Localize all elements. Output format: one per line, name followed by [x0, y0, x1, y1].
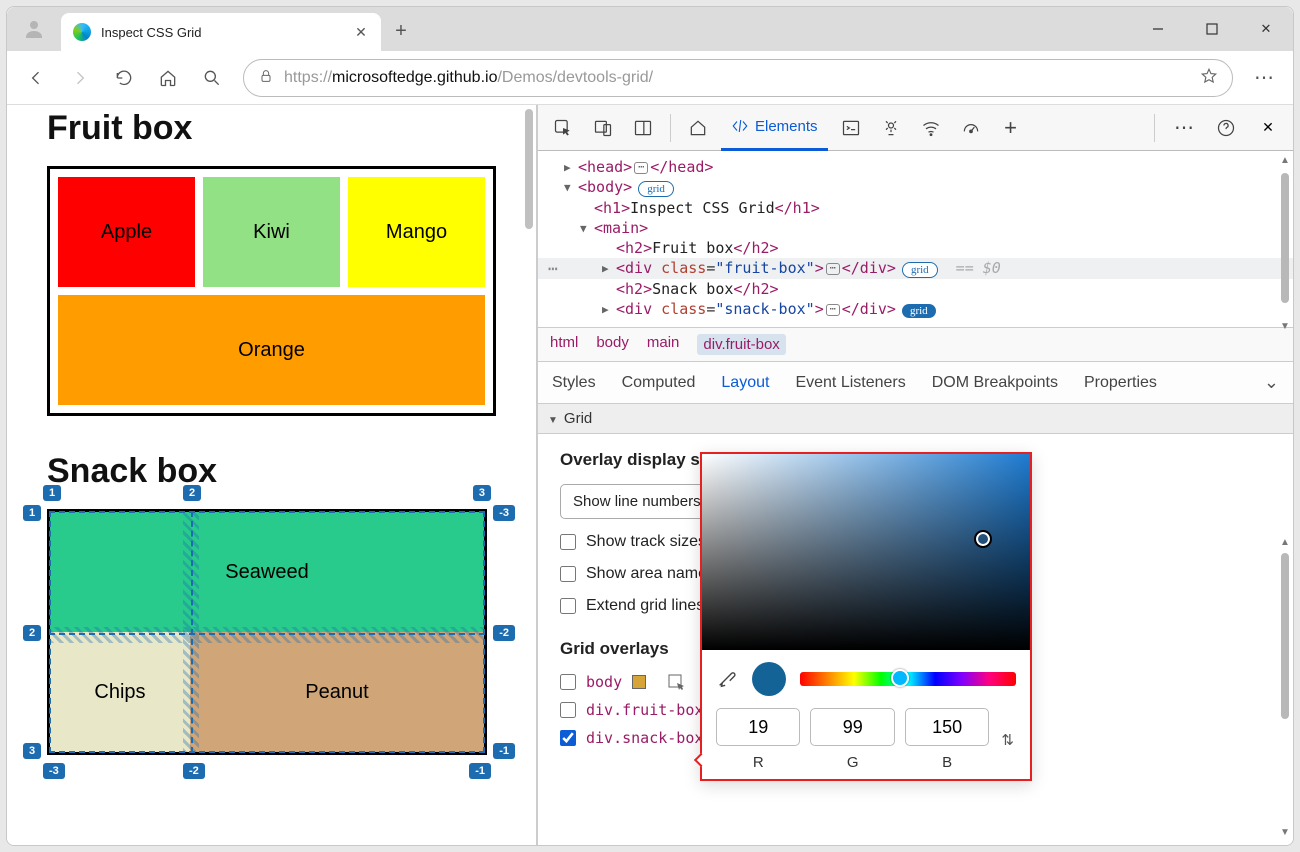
dock-side-icon[interactable] [626, 111, 660, 145]
grid-label: 2 [23, 625, 41, 641]
lock-icon[interactable] [258, 68, 274, 87]
close-window-button[interactable]: ✕ [1239, 7, 1293, 51]
hue-slider[interactable] [800, 672, 1016, 686]
devtools-tabbar: Elements + ⋯ ✕ [538, 105, 1293, 151]
tab-layout[interactable]: Layout [721, 374, 769, 392]
grid-label: 3 [23, 743, 41, 759]
hue-handle[interactable] [891, 669, 909, 687]
url-text: https://microsoftedge.github.io/Demos/de… [284, 69, 1190, 87]
dom-selected-node[interactable]: ▶<div class="fruit-box">⋯</div>grid== $0 [538, 258, 1293, 279]
cell-apple: Apple [58, 177, 195, 287]
sources-icon[interactable] [874, 111, 908, 145]
color-picker-popover[interactable]: R G B ⇅ [700, 452, 1032, 781]
refresh-button[interactable] [103, 58, 145, 98]
performance-icon[interactable] [954, 111, 988, 145]
page-scrollbar[interactable] [522, 109, 536, 841]
grid-label: -2 [493, 625, 515, 641]
tab-computed[interactable]: Computed [622, 374, 696, 392]
cell-seaweed: Seaweed [50, 512, 484, 632]
layout-scrollbar[interactable]: ▲▼ [1279, 535, 1291, 839]
address-bar[interactable]: https://microsoftedge.github.io/Demos/de… [243, 59, 1233, 97]
forward-button [59, 58, 101, 98]
dom-tree[interactable]: ▶<head>⋯</head> ▼<body>grid <h1>Inspect … [538, 151, 1293, 327]
tab-styles[interactable]: Styles [552, 374, 596, 392]
grid-section-header[interactable]: Grid [538, 404, 1293, 434]
crumb-main[interactable]: main [647, 334, 680, 355]
home-button[interactable] [147, 58, 189, 98]
settings-icon[interactable]: ⋯ [1167, 111, 1201, 145]
tab-elements[interactable]: Elements [721, 105, 828, 151]
welcome-icon[interactable] [681, 111, 715, 145]
device-emulation-icon[interactable] [586, 111, 620, 145]
color-g-input[interactable] [810, 708, 894, 746]
color-r-input[interactable] [716, 708, 800, 746]
more-tabs-chevron-icon[interactable]: ⌄ [1264, 372, 1279, 393]
window-titlebar: Inspect CSS Grid ✕ + ✕ [7, 7, 1293, 51]
favorite-icon[interactable] [1200, 67, 1218, 88]
cell-chips: Chips [50, 632, 190, 752]
close-tab-icon[interactable]: ✕ [353, 24, 369, 40]
swatch-body[interactable] [632, 675, 646, 689]
page-viewport: Fruit box Apple Kiwi Mango Orange Snack … [7, 105, 537, 845]
find-button[interactable] [191, 58, 233, 98]
close-devtools-icon[interactable]: ✕ [1251, 111, 1285, 145]
cell-mango: Mango [348, 177, 485, 287]
overlay-body-checkbox[interactable] [560, 674, 576, 690]
sv-cursor[interactable] [976, 532, 990, 546]
grid-label: -1 [469, 763, 491, 779]
cell-orange: Orange [58, 295, 485, 405]
browser-tab[interactable]: Inspect CSS Grid ✕ [61, 13, 381, 51]
saturation-value-field[interactable] [702, 454, 1030, 650]
help-icon[interactable] [1209, 111, 1243, 145]
heading-snack-box: Snack box [47, 452, 496, 491]
grid-label: -3 [493, 505, 515, 521]
color-b-input[interactable] [905, 708, 989, 746]
styles-pane-tabs: Styles Computed Layout Event Listeners D… [538, 362, 1293, 404]
line-numbers-select[interactable]: Show line numbers [560, 484, 714, 519]
eyedropper-icon[interactable] [716, 667, 738, 692]
minimize-button[interactable] [1131, 7, 1185, 51]
console-icon[interactable] [834, 111, 868, 145]
heading-fruit-box: Fruit box [47, 109, 496, 148]
snack-box-grid: Seaweed Chips Peanut [47, 509, 487, 755]
grid-label: -1 [493, 743, 515, 759]
tab-title: Inspect CSS Grid [101, 25, 343, 40]
more-tabs-icon[interactable]: + [994, 111, 1028, 145]
tab-event-listeners[interactable]: Event Listeners [795, 374, 905, 392]
menu-button[interactable]: ⋯ [1243, 58, 1285, 98]
overlay-fruit-checkbox[interactable] [560, 702, 576, 718]
color-format-toggle[interactable]: ⇅ [999, 731, 1016, 749]
grid-label: 1 [23, 505, 41, 521]
crumb-body[interactable]: body [596, 334, 629, 355]
profile-icon[interactable] [7, 7, 61, 51]
maximize-button[interactable] [1185, 7, 1239, 51]
crumb-selected[interactable]: div.fruit-box [697, 334, 785, 355]
new-tab-button[interactable]: + [381, 11, 421, 51]
grid-label: -2 [183, 763, 205, 779]
back-button[interactable] [15, 58, 57, 98]
tab-dom-breakpoints[interactable]: DOM Breakpoints [932, 374, 1058, 392]
browser-toolbar: https://microsoftedge.github.io/Demos/de… [7, 51, 1293, 105]
edge-icon [73, 23, 91, 41]
reveal-icon[interactable] [668, 674, 686, 690]
tab-properties[interactable]: Properties [1084, 374, 1157, 392]
cell-peanut: Peanut [190, 632, 484, 752]
overlay-snack-checkbox[interactable] [560, 730, 576, 746]
fruit-box-grid: Apple Kiwi Mango Orange [47, 166, 496, 416]
cell-kiwi: Kiwi [203, 177, 340, 287]
devtools-scrollbar[interactable]: ▲▼ [1279, 153, 1291, 333]
current-color-swatch [752, 662, 786, 696]
inspect-element-icon[interactable] [546, 111, 580, 145]
network-icon[interactable] [914, 111, 948, 145]
crumb-html[interactable]: html [550, 334, 578, 355]
grid-label: -3 [43, 763, 65, 779]
breadcrumb[interactable]: html body main div.fruit-box [538, 327, 1293, 362]
